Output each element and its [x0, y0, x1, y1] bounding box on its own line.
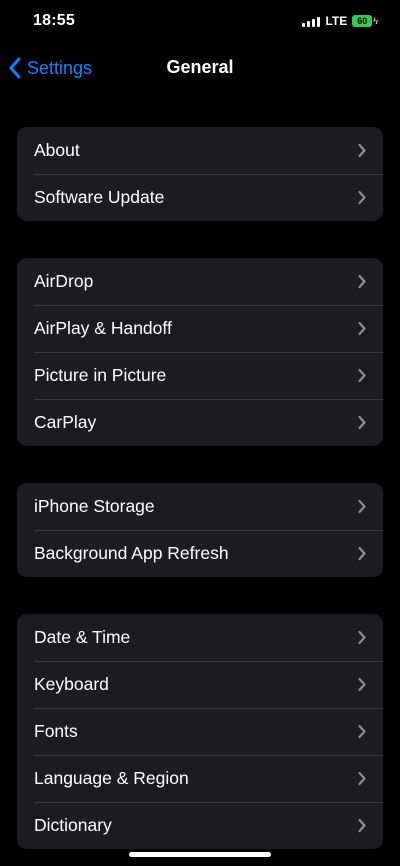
network-type: LTE [325, 14, 348, 28]
settings-row-background-app-refresh[interactable]: Background App Refresh [17, 530, 383, 577]
status-time: 18:55 [33, 12, 75, 29]
settings-group-regional: Date & Time Keyboard Fonts Language & Regio… [17, 614, 383, 849]
settings-row-label: Background App Refresh [34, 543, 229, 563]
chevron-right-icon [357, 724, 367, 739]
settings-row-software-update[interactable]: Software Update [17, 174, 383, 221]
settings-row-label: Software Update [34, 187, 165, 207]
settings-row-label: Picture in Picture [34, 365, 167, 385]
settings-row-airplay-and-handoff[interactable]: AirPlay & Handoff [17, 305, 383, 352]
settings-row-keyboard[interactable]: Keyboard [17, 661, 383, 708]
settings-row-language-and-region[interactable]: Language & Region [17, 755, 383, 802]
chevron-right-icon [357, 321, 367, 336]
battery-percent: 60 [352, 15, 373, 27]
status-bar: 18:55 LTE 60 ϟ [0, 0, 400, 44]
navigation-bar: Settings General [0, 48, 400, 88]
settings-row-about[interactable]: About [17, 127, 383, 174]
settings-row-label: Language & Region [34, 768, 189, 788]
settings-group-about: About Software Update [17, 127, 383, 221]
home-indicator[interactable] [129, 852, 271, 857]
chevron-right-icon [357, 190, 367, 205]
chevron-right-icon [357, 368, 367, 383]
settings-group-storage: iPhone Storage Background App Refresh [17, 483, 383, 577]
settings-row-label: Dictionary [34, 815, 112, 835]
chevron-right-icon [357, 818, 367, 833]
settings-row-dictionary[interactable]: Dictionary [17, 802, 383, 849]
settings-group-connectivity: AirDrop AirPlay & Handoff Picture in Pictu… [17, 258, 383, 446]
chevron-right-icon [357, 499, 367, 514]
chevron-right-icon [357, 274, 367, 289]
chevron-right-icon [357, 771, 367, 786]
settings-row-label: AirDrop [34, 271, 94, 291]
settings-row-label: AirPlay & Handoff [34, 318, 172, 338]
settings-row-label: iPhone Storage [34, 496, 155, 516]
page-title: General [166, 57, 234, 77]
settings-row-label: Keyboard [34, 674, 109, 694]
chevron-right-icon [357, 630, 367, 645]
chevron-right-icon [357, 677, 367, 692]
cellular-signal-icon [302, 16, 321, 27]
settings-row-picture-in-picture[interactable]: Picture in Picture [17, 352, 383, 399]
settings-row-label: Date & Time [34, 627, 131, 647]
chevron-right-icon [357, 143, 367, 158]
settings-row-label: About [34, 140, 80, 160]
settings-row-iphone-storage[interactable]: iPhone Storage [17, 483, 383, 530]
settings-row-label: Fonts [34, 721, 78, 741]
chevron-right-icon [357, 546, 367, 561]
settings-row-date-and-time[interactable]: Date & Time [17, 614, 383, 661]
status-indicators: LTE 60 ϟ [302, 14, 378, 28]
settings-row-fonts[interactable]: Fonts [17, 708, 383, 755]
chevron-right-icon [357, 415, 367, 430]
battery-charging-icon: 60 ϟ [352, 15, 378, 27]
settings-row-airdrop[interactable]: AirDrop [17, 258, 383, 305]
settings-row-carplay[interactable]: CarPlay [17, 399, 383, 446]
settings-row-label: CarPlay [34, 412, 97, 432]
